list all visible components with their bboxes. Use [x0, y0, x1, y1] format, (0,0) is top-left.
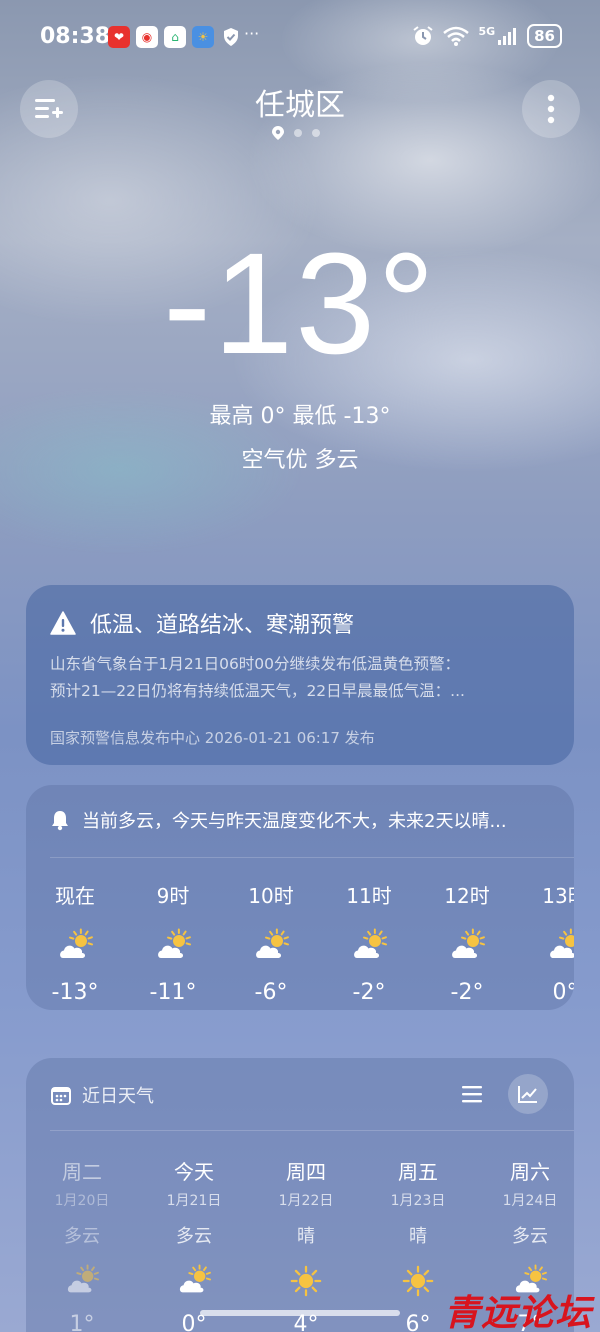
daily-header: 近日天气: [50, 1082, 154, 1108]
view-toggle: [452, 1074, 548, 1114]
day-condition: 多云: [64, 1226, 100, 1247]
hour-label: 11时: [346, 884, 392, 908]
battery-icon: 86: [527, 24, 562, 48]
city-name: 任城区: [255, 88, 345, 123]
hourly-item[interactable]: 现在 -13°: [26, 880, 124, 1005]
day-condition: 晴: [297, 1226, 315, 1247]
status-bar: 08:38 ❤ ◉ ⌂ ☀ ··· 5G 86: [0, 0, 600, 72]
hour-label: 12时: [444, 884, 490, 908]
hourly-forecast-card[interactable]: 当前多云，今天与昨天温度变化不大，未来2天以晴... 现在 -13° 9时 -11…: [26, 785, 574, 1010]
hour-temperature: -11°: [149, 980, 197, 1005]
current-temperature: -13°: [163, 223, 437, 384]
warning-title: 低温、道路结冰、寒潮预警: [90, 613, 355, 638]
hour-temperature: -2°: [352, 980, 386, 1005]
hourly-item[interactable]: 11时 -2°: [320, 880, 418, 1005]
list-icon: [462, 1086, 482, 1103]
notification-icons: ❤ ◉ ⌂ ☀: [108, 26, 242, 48]
hour-label: 现在: [55, 884, 95, 908]
day-condition: 多云: [512, 1226, 548, 1247]
page-indicator: [272, 126, 320, 140]
divider: [50, 1130, 574, 1131]
hour-label: 13时: [542, 884, 574, 908]
day-date: 1月24日: [502, 1193, 558, 1209]
watermark-logo: 青远论坛: [443, 1293, 592, 1332]
day-condition: 多云: [176, 1226, 212, 1247]
hourly-item[interactable]: 9时 -11°: [124, 880, 222, 1005]
day-date: 1月21日: [166, 1193, 222, 1209]
bell-icon: [52, 811, 68, 831]
hour-temperature: -6°: [254, 980, 288, 1005]
weather-warning-card[interactable]: 低温、道路结冰、寒潮预警 山东省气象台于1月21日06时00分继续发布低温黄色预…: [26, 585, 574, 765]
network-type: 5G: [478, 24, 496, 38]
chart-view-button[interactable]: [508, 1074, 548, 1114]
day-date: 1月20日: [54, 1193, 110, 1209]
partly-cloudy-icon: [65, 1264, 99, 1302]
warning-title-row: 低温、道路结冰、寒潮预警: [50, 607, 354, 639]
alarm-icon: [413, 26, 434, 45]
hour-temperature: 0°: [552, 980, 575, 1005]
forecast-summary: 当前多云，今天与昨天温度变化不大，未来2天以晴...: [50, 807, 507, 833]
daily-title: 近日天气: [82, 1086, 154, 1107]
status-indicators: 5G 86: [412, 24, 562, 48]
day-name: 周二: [62, 1160, 102, 1184]
summary-text: 当前多云，今天与昨天温度变化不大，未来2天以晴...: [82, 811, 507, 832]
partly-cloudy-icon: [177, 1264, 211, 1302]
app-notification-icon: ⌂: [164, 26, 186, 48]
sun-icon: [401, 1264, 435, 1302]
partly-cloudy-icon: [547, 928, 574, 964]
partly-cloudy-icon: [155, 928, 191, 964]
warning-line: 预计21—22日仍将有持续低温天气，22日早晨最低气温：...: [50, 682, 465, 700]
list-view-button[interactable]: [452, 1074, 492, 1114]
air-quality-condition: 空气优 多云: [241, 448, 359, 473]
signal-icon: [498, 28, 517, 45]
page-dot: [294, 129, 302, 137]
partly-cloudy-icon: [351, 928, 387, 964]
daily-item[interactable]: 周四 1月22日 晴 4°: [250, 1156, 362, 1332]
line-chart-icon: [518, 1086, 537, 1103]
weather-app-icon: ☀: [192, 26, 214, 48]
warning-icon: [50, 611, 76, 635]
day-name: 周四: [286, 1160, 326, 1184]
page-dot: [312, 129, 320, 137]
app-notification-icon: ❤: [108, 26, 130, 48]
day-date: 1月23日: [390, 1193, 446, 1209]
wifi-icon: [443, 26, 470, 46]
hour-label: 9时: [156, 884, 190, 908]
day-temperature: 6°: [405, 1312, 431, 1332]
day-temperature: 1°: [69, 1312, 95, 1332]
high-low-temperature: 最高 0° 最低 -13°: [209, 404, 391, 429]
warning-description: 山东省气象台于1月21日06时00分继续发布低温黄色预警： 预计21—22日仍将…: [50, 651, 560, 705]
day-name: 周六: [510, 1160, 550, 1184]
shield-icon: [220, 26, 242, 48]
day-date: 1月22日: [278, 1193, 334, 1209]
location-pin-icon: [272, 126, 284, 140]
day-name: 今天: [174, 1160, 214, 1184]
partly-cloudy-icon: [449, 928, 485, 964]
warning-line: 山东省气象台于1月21日06时00分继续发布低温黄色预警：: [50, 655, 461, 673]
app-notification-icon: ◉: [136, 26, 158, 48]
partly-cloudy-icon: [253, 928, 289, 964]
daily-item[interactable]: 今天 1月21日 多云 0°: [138, 1156, 250, 1332]
hour-temperature: -2°: [450, 980, 484, 1005]
hour-temperature: -13°: [51, 980, 99, 1005]
status-time: 08:38: [40, 24, 111, 49]
calendar-icon: [51, 1087, 71, 1105]
hourly-item[interactable]: 13时 0°: [516, 880, 574, 1005]
hourly-item[interactable]: 12时 -2°: [418, 880, 516, 1005]
hourly-item[interactable]: 10时 -6°: [222, 880, 320, 1005]
sun-icon: [289, 1264, 323, 1302]
more-vertical-icon: [547, 94, 555, 124]
warning-source: 国家预警信息发布中心 2026-01-21 06:17 发布: [50, 729, 375, 747]
day-condition: 晴: [409, 1226, 427, 1247]
partly-cloudy-icon: [57, 928, 93, 964]
home-indicator[interactable]: [200, 1310, 400, 1316]
divider: [50, 857, 574, 858]
more-options-button[interactable]: [522, 80, 580, 138]
hour-label: 10时: [248, 884, 294, 908]
more-notifications-icon: ···: [244, 24, 260, 43]
hourly-list[interactable]: 现在 -13°9时 -11°10时 -6°11时 -2°12时 -2°13时 0…: [26, 880, 574, 1005]
day-name: 周五: [398, 1160, 438, 1184]
daily-item[interactable]: 周二 1月20日 多云 1°: [26, 1156, 138, 1332]
